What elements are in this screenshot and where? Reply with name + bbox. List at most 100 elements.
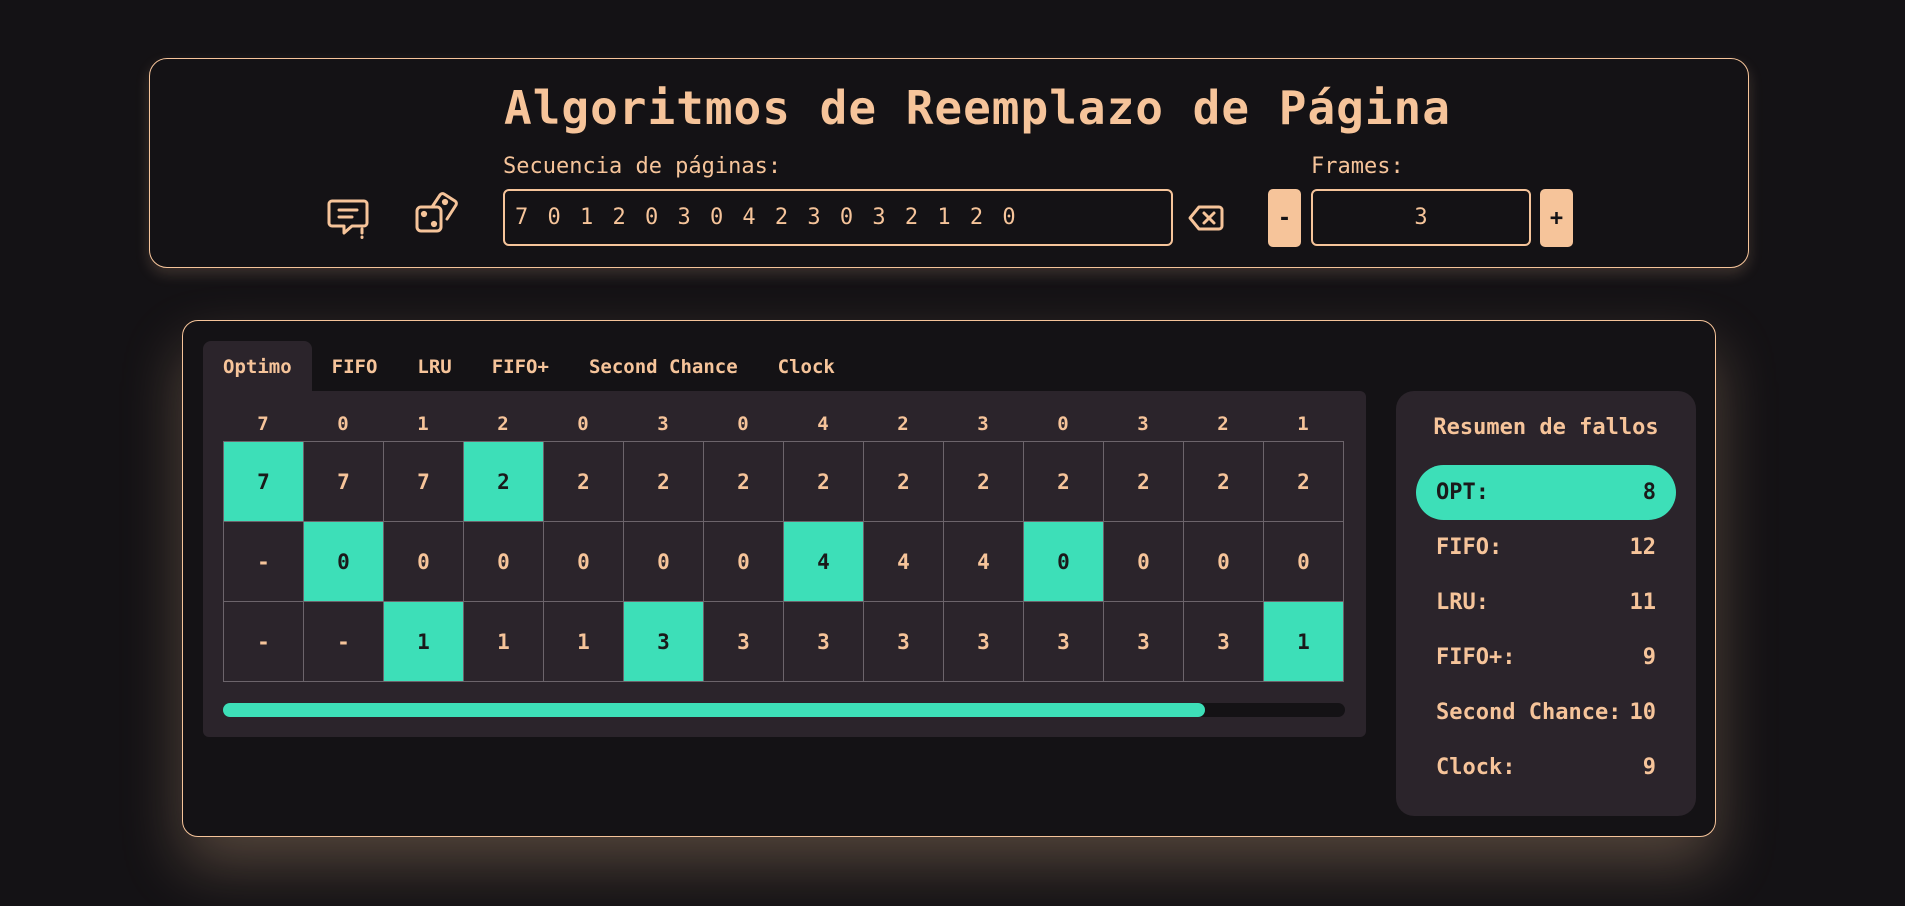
frame-row: 77722222222222 [223,441,1344,522]
message-alert-icon[interactable] [324,193,372,241]
reference-page: 0 [337,413,349,435]
frame-cell: 2 [623,441,704,522]
summary-item-label: FIFO: [1436,535,1503,560]
tab-fifo[interactable]: FIFO [312,341,398,393]
frames-input[interactable] [1311,189,1531,246]
frame-cell: 1 [543,601,624,682]
dice-icon[interactable] [412,189,460,237]
summary-item[interactable]: Clock: 9 [1416,740,1676,795]
frame-cell: 4 [863,521,944,602]
decrement-frames-button[interactable]: - [1268,189,1301,247]
frame-cell: 2 [783,441,864,522]
summary-item-label: OPT: [1436,480,1489,505]
reference-page: 2 [497,413,509,435]
summary-item-label: LRU: [1436,590,1489,615]
summary-item[interactable]: FIFO: 12 [1416,520,1676,575]
frame-cell: 1 [383,601,464,682]
reference-page: 3 [1137,413,1149,435]
main-panel: Optimo FIFO LRU FIFO+ Second Chance Cloc… [182,320,1716,837]
reference-page: 1 [1297,413,1309,435]
reference-row: 7 0 1 2 0 3 0 4 2 3 0 3 2 1 [223,413,1343,435]
frame-cell: - [223,601,304,682]
frame-cell: 0 [543,521,624,602]
frame-cell: 0 [1263,521,1344,602]
tab-second-chance[interactable]: Second Chance [569,341,758,393]
frame-cell: 1 [1263,601,1344,682]
frame-cell: 3 [703,601,784,682]
reference-page: 7 [257,413,269,435]
reference-page: 4 [817,413,829,435]
frame-cell: 0 [463,521,544,602]
fault-summary: Resumen de fallos OPT: 8 FIFO: 12 LRU: 11 FIFO… [1396,391,1696,816]
frame-cell: 2 [543,441,624,522]
frame-cell: 2 [463,441,544,522]
frame-cell: 2 [1183,441,1264,522]
reference-page: 0 [737,413,749,435]
reference-page: 2 [897,413,909,435]
summary-item[interactable]: LRU: 11 [1416,575,1676,630]
summary-list: OPT: 8 FIFO: 12 LRU: 11 FIFO+: 9 Second Chance: 1… [1416,465,1676,795]
summary-item-count: 12 [1629,535,1657,560]
frame-cell: 3 [623,601,704,682]
frame-cell: 0 [383,521,464,602]
summary-item-label: Clock: [1436,755,1516,780]
frame-row: --111333333331 [223,601,1344,682]
frame-cell: 0 [623,521,704,602]
summary-item[interactable]: OPT: 8 [1416,465,1676,520]
frame-cell: 0 [703,521,784,602]
summary-item-label: Second Chance: [1436,700,1622,725]
sequence-label: Secuencia de páginas: [503,154,782,179]
tab-optimo[interactable]: Optimo [203,341,312,393]
summary-item-count: 9 [1642,645,1656,670]
summary-item-count: 10 [1629,700,1657,725]
progress-fill [223,703,1205,717]
frame-cell: 3 [1023,601,1104,682]
tab-lru[interactable]: LRU [397,341,471,393]
reference-page: 3 [657,413,669,435]
frame-cell: 0 [1103,521,1184,602]
frame-cell: 3 [783,601,864,682]
frame-cell: 3 [1183,601,1264,682]
algorithm-tabs: Optimo FIFO LRU FIFO+ Second Chance Cloc… [203,341,855,393]
frame-cell: 3 [1103,601,1184,682]
summary-item[interactable]: FIFO+: 9 [1416,630,1676,685]
summary-title: Resumen de fallos [1433,415,1659,440]
progress-bar [223,703,1345,717]
increment-frames-button[interactable]: + [1540,189,1573,247]
frame-cell: 0 [1023,521,1104,602]
frame-cell: 7 [383,441,464,522]
tab-clock[interactable]: Clock [758,341,855,393]
frame-cell: 4 [943,521,1024,602]
frame-cell: - [303,601,384,682]
frames-grid: 77722222222222-0000004440000--1113333333… [223,441,1344,682]
frame-cell: 2 [863,441,944,522]
summary-item[interactable]: Second Chance: 10 [1416,685,1676,740]
frame-cell: 2 [943,441,1024,522]
frame-cell: 3 [863,601,944,682]
frame-cell: 7 [223,441,304,522]
summary-item-count: 11 [1629,590,1657,615]
reference-page: 3 [977,413,989,435]
frame-cell: 4 [783,521,864,602]
frame-cell: 1 [463,601,544,682]
page-title: Algoritmos de Reemplazo de Página [504,81,1451,135]
reference-page: 0 [1057,413,1069,435]
reference-page: 0 [577,413,589,435]
summary-item-label: FIFO+: [1436,645,1516,670]
frame-cell: 3 [943,601,1024,682]
backspace-clear-icon[interactable] [1187,199,1225,237]
tab-fifo-plus[interactable]: FIFO+ [472,341,569,393]
frame-cell: 7 [303,441,384,522]
frame-cell: 0 [1183,521,1264,602]
frame-row: -0000004440000 [223,521,1344,602]
summary-item-count: 9 [1642,755,1656,780]
sequence-input[interactable] [503,189,1173,246]
reference-page: 2 [1217,413,1229,435]
reference-page: 1 [417,413,429,435]
frame-cell: 2 [703,441,784,522]
frame-cell: 2 [1263,441,1344,522]
frame-cell: - [223,521,304,602]
simulation-panel: 70120304230321 77722222222222-0000004440… [203,391,1366,737]
header-panel: Algoritmos de Reemplazo de Página Secuen… [149,58,1749,268]
frame-cell: 2 [1023,441,1104,522]
